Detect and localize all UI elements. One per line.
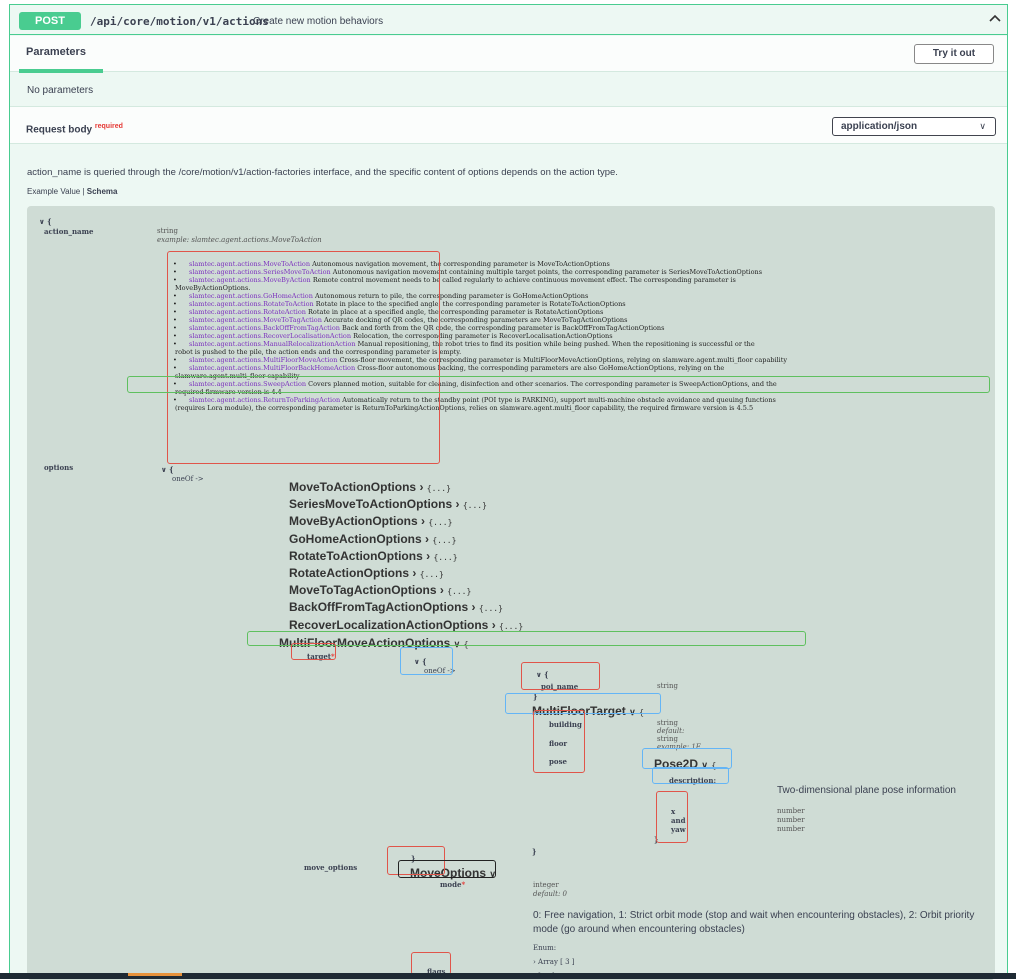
x-type: number: [777, 807, 805, 815]
endpoint-path: /api/core/motion/v1/actions: [90, 15, 269, 28]
endpoint-description: Create new motion behaviors: [253, 16, 384, 27]
action-name-example: example: slamtec.agent.actions.MoveToAct…: [157, 236, 322, 244]
enum-item: • slamtec.agent.actions.ManualRelocalizat…: [173, 340, 755, 348]
move-options-close: }: [411, 854, 416, 863]
enum-item: • slamtec.agent.actions.RotateAction Rota…: [173, 308, 604, 316]
floor-example: example: 1F: [657, 743, 701, 751]
action-name-type: string: [157, 227, 178, 235]
option-item[interactable]: MoveToActionOptions › {...}: [289, 480, 451, 494]
schema-model: ∨ { action_name string example: slamtec.…: [27, 206, 995, 980]
enum-item: • slamtec.agent.actions.RecoverLocalisati…: [173, 332, 613, 340]
schema-open[interactable]: ∨ {: [39, 217, 52, 226]
pose2d-close: }: [654, 835, 659, 844]
option-item[interactable]: MoveToTagActionOptions › {...}: [289, 583, 471, 597]
enum-item: • slamtec.agent.actions.MultiFloorMoveAct…: [173, 356, 788, 364]
yaw-type: number: [777, 825, 805, 833]
option-item[interactable]: RotateActionOptions › {...}: [289, 566, 444, 580]
field-floor: floor: [549, 739, 568, 748]
parameters-header: Parameters Try it out: [10, 36, 1007, 73]
tab-example-value[interactable]: Example Value: [27, 187, 80, 196]
move-options-type[interactable]: MoveOptions ∨: [410, 866, 496, 880]
building-type: string: [657, 719, 678, 727]
enum-item: • slamtec.agent.actions.MultiFloorBackHom…: [173, 364, 725, 372]
field-and: and: [671, 816, 686, 825]
tab-parameters[interactable]: Parameters: [26, 46, 86, 58]
poi-name-type: string: [657, 682, 678, 690]
enum-item-continuation: (requires Lora module), the correspondin…: [175, 404, 754, 412]
mode-default: default: 0: [533, 890, 567, 898]
enum-label: Enum:: [533, 944, 557, 952]
poi-open[interactable]: ∨ {: [536, 670, 549, 679]
option-item[interactable]: RecoverLocalizationActionOptions › {...}: [289, 618, 523, 632]
field-move-options: move_options: [304, 863, 358, 872]
content-type-select[interactable]: application/json ∨: [832, 117, 996, 136]
floor-type: string: [657, 735, 678, 743]
endpoint-block: POST /api/core/motion/v1/actions Create …: [9, 4, 1008, 980]
enum-item: • slamtec.agent.actions.MoveByAction Remo…: [173, 276, 736, 284]
field-yaw: yaw: [671, 825, 686, 834]
bottom-bar-accent: [128, 973, 182, 976]
chevron-down-icon: ∨: [979, 121, 986, 131]
required-label: required: [94, 123, 123, 130]
field-poi-name: poi_name: [541, 682, 579, 691]
and-type: number: [777, 816, 805, 824]
multi-floor-target[interactable]: MultiFloorTarget ∨ {: [532, 704, 644, 718]
enum-item-continuation: required firmware version is 4.4: [175, 388, 282, 396]
tab-schema[interactable]: Schema: [87, 187, 118, 196]
enum-item: • slamtec.agent.actions.RotateToAction Ro…: [173, 300, 626, 308]
chevron-up-icon[interactable]: [988, 12, 1002, 29]
pose2d-description: Two-dimensional plane pose information: [777, 785, 956, 796]
enum-item: • slamtec.agent.actions.MoveToAction Auto…: [173, 260, 610, 268]
pose2d-type[interactable]: Pose2D ∨ {: [654, 757, 716, 771]
enum-item: • slamtec.agent.actions.ReturnToParkingAc…: [173, 396, 776, 404]
mode-description: 0: Free navigation, 1: Strict orbit mode…: [533, 910, 975, 935]
endpoint-summary[interactable]: POST /api/core/motion/v1/actions Create …: [10, 5, 1007, 35]
enum-item: • slamtec.agent.actions.GoHomeAction Auto…: [173, 292, 589, 300]
enum-item: • slamtec.agent.actions.BackOffFromTagAct…: [173, 324, 665, 332]
field-mode: mode*: [440, 880, 466, 889]
enum-item: • slamtec.agent.actions.SeriesMoveToActio…: [173, 268, 763, 276]
target-open[interactable]: ∨ {: [414, 657, 427, 666]
request-body-label: Request body required: [26, 123, 123, 136]
options-oneof: oneOf ->: [172, 475, 204, 483]
tab-underline: [19, 69, 103, 73]
enum-item: • slamtec.agent.actions.SweepAction Cover…: [173, 380, 777, 388]
option-item[interactable]: RotateToActionOptions › {...}: [289, 549, 458, 563]
field-building: building: [549, 720, 582, 729]
target-close: }: [532, 847, 537, 856]
field-x: x: [671, 807, 676, 816]
pose2d-description-key: description:: [669, 776, 717, 785]
try-it-out-button[interactable]: Try it out: [914, 44, 994, 64]
poi-close: }: [533, 692, 538, 701]
example-schema-tabs: Example Value | Schema: [27, 187, 118, 196]
no-parameters-text: No parameters: [27, 85, 94, 96]
request-body-description: action_name is queried through the /core…: [27, 167, 618, 178]
option-item[interactable]: MoveByActionOptions › {...}: [289, 514, 452, 528]
enum-item-continuation: robot is pushed to the pile, the action …: [175, 348, 462, 356]
target-oneof: oneOf ->: [424, 667, 456, 675]
method-badge: POST: [19, 12, 81, 30]
bottom-bar: [0, 973, 1016, 979]
field-pose: pose: [549, 757, 567, 766]
option-item[interactable]: GoHomeActionOptions › {...}: [289, 532, 456, 546]
enum-item-continuation: MoveByActionOptions.: [175, 284, 251, 292]
enum-array-item[interactable]: › Array [ 3 ]: [533, 958, 575, 966]
options-open[interactable]: ∨ {: [161, 465, 174, 474]
field-options: options: [44, 463, 74, 472]
enum-item-continuation: slamware.agent.multi_floor capability: [175, 372, 300, 380]
option-item[interactable]: SeriesMoveToActionOptions › {...}: [289, 497, 487, 511]
enum-item: • slamtec.agent.actions.MoveToTagAction A…: [173, 316, 628, 324]
option-item[interactable]: BackOffFromTagActionOptions › {...}: [289, 600, 503, 614]
mode-type: integer: [533, 881, 559, 889]
option-multi-floor-move[interactable]: MultiFloorMoveActionOptions ∨ {: [279, 636, 468, 650]
field-action-name: action_name: [44, 227, 94, 236]
field-target: target*: [307, 652, 335, 661]
building-default: default:: [657, 727, 685, 735]
